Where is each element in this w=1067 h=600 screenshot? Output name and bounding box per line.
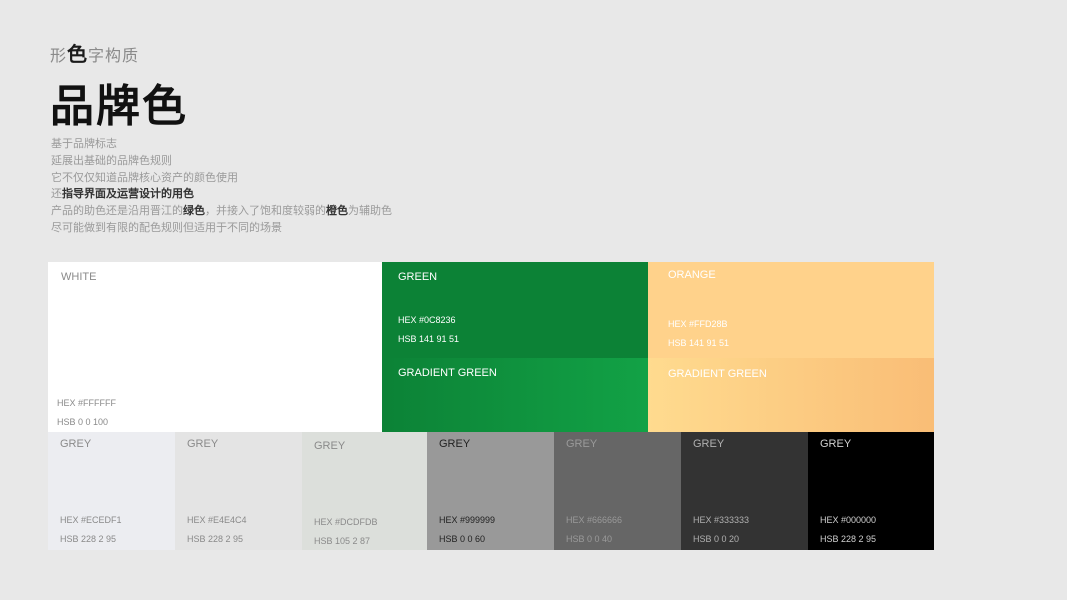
swatch-grey-4: GREY HEX #999999 HSB 0 0 60 (427, 432, 554, 550)
swatch-hsb: HSB 0 0 20 (693, 534, 740, 544)
swatch-orange: ORANGE HEX #FFD28B HSB 141 91 51 (648, 262, 934, 358)
swatch-hex: HEX #FFD28B (668, 319, 728, 329)
swatch-hex: HEX #333333 (693, 515, 750, 525)
intro-line-6: 尽可能做到有限的配色规则但适用于不同的场景 (51, 221, 282, 234)
intro-line-2: 延展出基础的品牌色规则 (51, 154, 172, 167)
swatch-hsb: HSB 0 0 40 (566, 534, 613, 544)
swatch-label: GRADIENT GREEN (668, 368, 767, 380)
intro-line-4: 还指导界面及运营设计的用色 (51, 186, 392, 203)
swatch-label: GREEN (398, 271, 438, 283)
breadcrumb-item-rest: 字构质 (88, 48, 140, 65)
intro-line-5-e: 为辅助色 (348, 205, 392, 218)
intro-line-4-prefix: 还 (51, 188, 62, 201)
swatch-hsb: HSB 228 2 95 (60, 534, 117, 544)
swatch-hsb: HSB 0 0 100 (57, 417, 109, 427)
swatch-hex: HEX #999999 (439, 515, 496, 525)
swatch-grey-7: GREY HEX #000000 HSB 228 2 95 (808, 432, 934, 550)
swatch-green: GREEN HEX #0C8236 HSB 141 91 51 (382, 262, 648, 358)
swatch-hex: HEX #ECEDF1 (60, 515, 122, 525)
swatch-label: WHITE (61, 271, 97, 283)
swatch-label: GREY (566, 438, 598, 450)
swatch-grey-5: GREY HEX #666666 HSB 0 0 40 (554, 432, 681, 550)
swatch-hsb: HSB 0 0 60 (439, 534, 486, 544)
intro-text: 基于品牌标志 延展出基础的品牌色规则 它不仅仅知道品牌核心资产的颜色使用 还指导… (51, 136, 392, 237)
swatch-gradient-green: GRADIENT GREEN (382, 358, 648, 432)
intro-line-3: 它不仅仅知道品牌核心资产的颜色使用 (51, 171, 238, 184)
swatch-hsb: HSB 228 2 95 (187, 534, 244, 544)
swatch-grey-3: GREY HEX #DCDFDB HSB 105 2 87 (302, 432, 427, 550)
swatch-label: ORANGE (668, 269, 716, 281)
swatch-label: GREY (693, 438, 725, 450)
swatch-label: GREY (60, 438, 92, 450)
breadcrumb: 形色字构质 (50, 38, 139, 67)
intro-line-5-a: 产品的助色还是沿用晋江的 (51, 205, 183, 218)
intro-line-5-orange: 橙色 (326, 205, 348, 218)
swatch-label: GREY (187, 438, 219, 450)
swatch-white: WHITE HEX #FFFFFF HSB 0 0 100 (48, 262, 382, 432)
swatch-hex: HEX #E4E4C4 (187, 515, 247, 525)
intro-line-1: 基于品牌标志 (51, 138, 117, 150)
swatch-hsb: HSB 141 91 51 (398, 334, 460, 344)
swatch-hex: HEX #0C8236 (398, 315, 456, 325)
swatch-label: GREY (314, 440, 346, 452)
swatch-hsb: HSB 228 2 95 (820, 534, 877, 544)
swatch-hex: HEX #666666 (566, 515, 623, 525)
swatch-grey-6: GREY HEX #333333 HSB 0 0 20 (681, 432, 808, 550)
swatch-hex: HEX #000000 (820, 515, 877, 525)
intro-line-5-green: 绿色 (183, 205, 205, 218)
swatch-hex: HEX #DCDFDB (314, 517, 378, 527)
page-title: 品牌色 (50, 82, 188, 131)
intro-line-5: 产品的助色还是沿用晋江的绿色，并接入了饱和度较弱的橙色为辅助色 (51, 203, 392, 220)
swatch-label: GREY (820, 438, 852, 450)
swatch-hsb: HSB 141 91 51 (668, 338, 730, 348)
breadcrumb-item-shape: 形 (50, 48, 68, 65)
swatch-gradient-orange: GRADIENT GREEN (648, 358, 934, 432)
breadcrumb-item-color: 色 (67, 44, 89, 66)
swatch-label: GRADIENT GREEN (398, 367, 497, 379)
swatch-grey-1: GREY HEX #ECEDF1 HSB 228 2 95 (48, 432, 175, 550)
intro-line-5-c: ，并接入了饱和度较弱的 (205, 205, 326, 218)
swatch-label: GREY (439, 438, 471, 450)
swatch-hex: HEX #FFFFFF (57, 398, 116, 408)
swatch-grey-2: GREY HEX #E4E4C4 HSB 228 2 95 (175, 432, 302, 550)
swatch-hsb: HSB 105 2 87 (314, 536, 371, 546)
intro-line-4-emphasis: 指导界面及运营设计的用色 (62, 188, 194, 201)
